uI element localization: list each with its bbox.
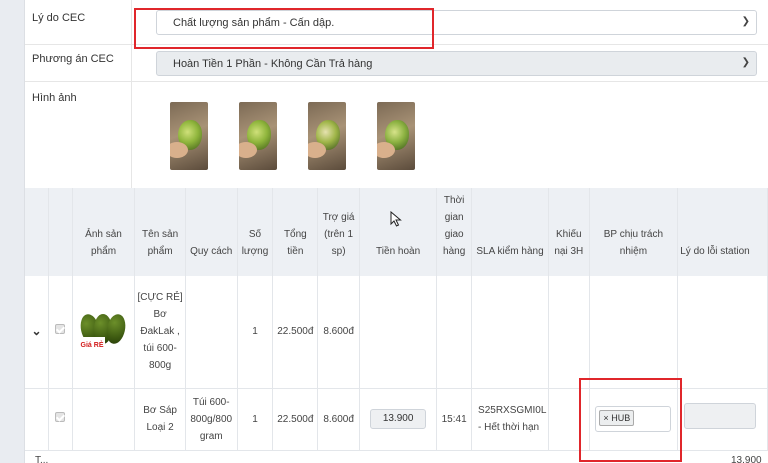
mouse-pointer-icon — [390, 211, 402, 227]
plan-label: Phương án CEC — [32, 53, 114, 65]
subsidy-cell: 8.600đ — [317, 276, 360, 389]
subsidy-cell: 8.600đ — [317, 388, 360, 451]
column-header-sla: SLA kiểm hàng — [471, 188, 550, 276]
select-cell — [48, 276, 73, 389]
column-header-expand — [25, 188, 50, 276]
complaint-cell — [548, 276, 590, 389]
column-header-name: Tên sản phẩm — [134, 188, 186, 276]
column-header-responsible: BP chịu trách nhiệm — [589, 188, 679, 276]
refund-cell — [359, 276, 438, 389]
plan-select-value: Hoàn Tiền 1 Phần - Không Cần Trả hàng — [173, 58, 373, 70]
delivery-time-cell: 15:41 — [436, 388, 473, 451]
name-cell: [CỰC RẺ] Bơ ĐakLak , túi 600-800g — [134, 276, 186, 389]
chevron-down-icon[interactable]: ⌄ — [32, 324, 42, 338]
product-photo-3[interactable] — [308, 102, 346, 170]
images-cell — [131, 82, 768, 188]
product-photo-4[interactable] — [377, 102, 415, 170]
responsible-cell — [589, 276, 679, 389]
plan-cell: Hoàn Tiền 1 Phần - Không Cần Trả hàng ❯ — [131, 45, 768, 81]
qty-cell: 1 — [237, 388, 274, 451]
table-row: ⌄ Giá RẺ [CỰC RẺ] Bơ ĐakLak , túi 600-80… — [25, 276, 768, 389]
refund-input[interactable]: 13.900 — [370, 409, 427, 429]
highlight-box-responsible — [579, 378, 682, 462]
price-badge: Giá RẺ — [78, 336, 106, 354]
column-header-image: Ảnh sản phẩm — [72, 188, 136, 276]
sla-cell: S25RXSGMI0L - Hết thời hạn — [471, 388, 550, 451]
row-checkbox[interactable] — [55, 324, 66, 335]
column-header-select — [48, 188, 73, 276]
sla-cell — [471, 276, 550, 389]
expand-cell — [25, 388, 50, 451]
total-cell: 22.500đ — [272, 276, 319, 389]
row-checkbox[interactable] — [55, 411, 66, 422]
chevron-down-icon: ❯ — [741, 16, 750, 27]
column-header-subsidy: Trợ giá (trên 1 sp) — [317, 188, 360, 276]
station-reason-input[interactable] — [684, 403, 757, 429]
cec-detail-panel: Lý do CEC Chất lượng sản phẩm - Cấn dập.… — [24, 0, 768, 463]
expand-cell: ⌄ — [25, 276, 50, 389]
product-photo-2[interactable] — [239, 102, 277, 170]
table-header: Ảnh sản phẩm Tên sản phẩm Quy cách Số lư… — [25, 188, 768, 276]
spec-cell — [185, 276, 238, 389]
product-image: Giá RẺ — [77, 310, 129, 354]
plan-row: Phương án CEC Hoàn Tiền 1 Phần - Không C… — [25, 45, 768, 82]
image-cell — [72, 388, 136, 451]
total-cell: 22.500đ — [272, 388, 319, 451]
column-header-spec: Quy cách — [185, 188, 238, 276]
footer-label: T... — [35, 455, 49, 463]
images-label: Hình ảnh — [32, 92, 77, 104]
column-header-total: Tổng tiền — [272, 188, 319, 276]
refund-cell: 13.900 — [359, 388, 438, 451]
column-header-qty: Số lượng — [237, 188, 274, 276]
highlight-box-reason — [134, 8, 434, 49]
reason-label: Lý do CEC — [32, 12, 86, 24]
image-cell: Giá RẺ — [72, 276, 136, 389]
product-photo-1[interactable] — [170, 102, 208, 170]
spec-cell: Túi 600-800g/800 gram — [185, 388, 238, 451]
column-header-complaint: Khiếu nại 3H — [548, 188, 590, 276]
station-reason-cell — [677, 276, 768, 389]
select-cell — [48, 388, 73, 451]
column-header-delivery-time: Thời gian giao hàng — [436, 188, 473, 276]
chevron-down-icon: ❯ — [741, 57, 750, 68]
qty-cell: 1 — [237, 276, 274, 389]
footer-total: 13.900 — [731, 455, 762, 463]
column-header-station-reason: Lý do lỗi station — [677, 188, 768, 276]
column-header-refund: Tiền hoàn — [359, 188, 438, 276]
delivery-time-cell — [436, 276, 473, 389]
plan-select[interactable]: Hoàn Tiền 1 Phần - Không Cần Trả hàng ❯ — [156, 51, 757, 76]
station-reason-cell — [677, 388, 768, 451]
name-cell: Bơ Sáp Loại 2 — [134, 388, 186, 451]
